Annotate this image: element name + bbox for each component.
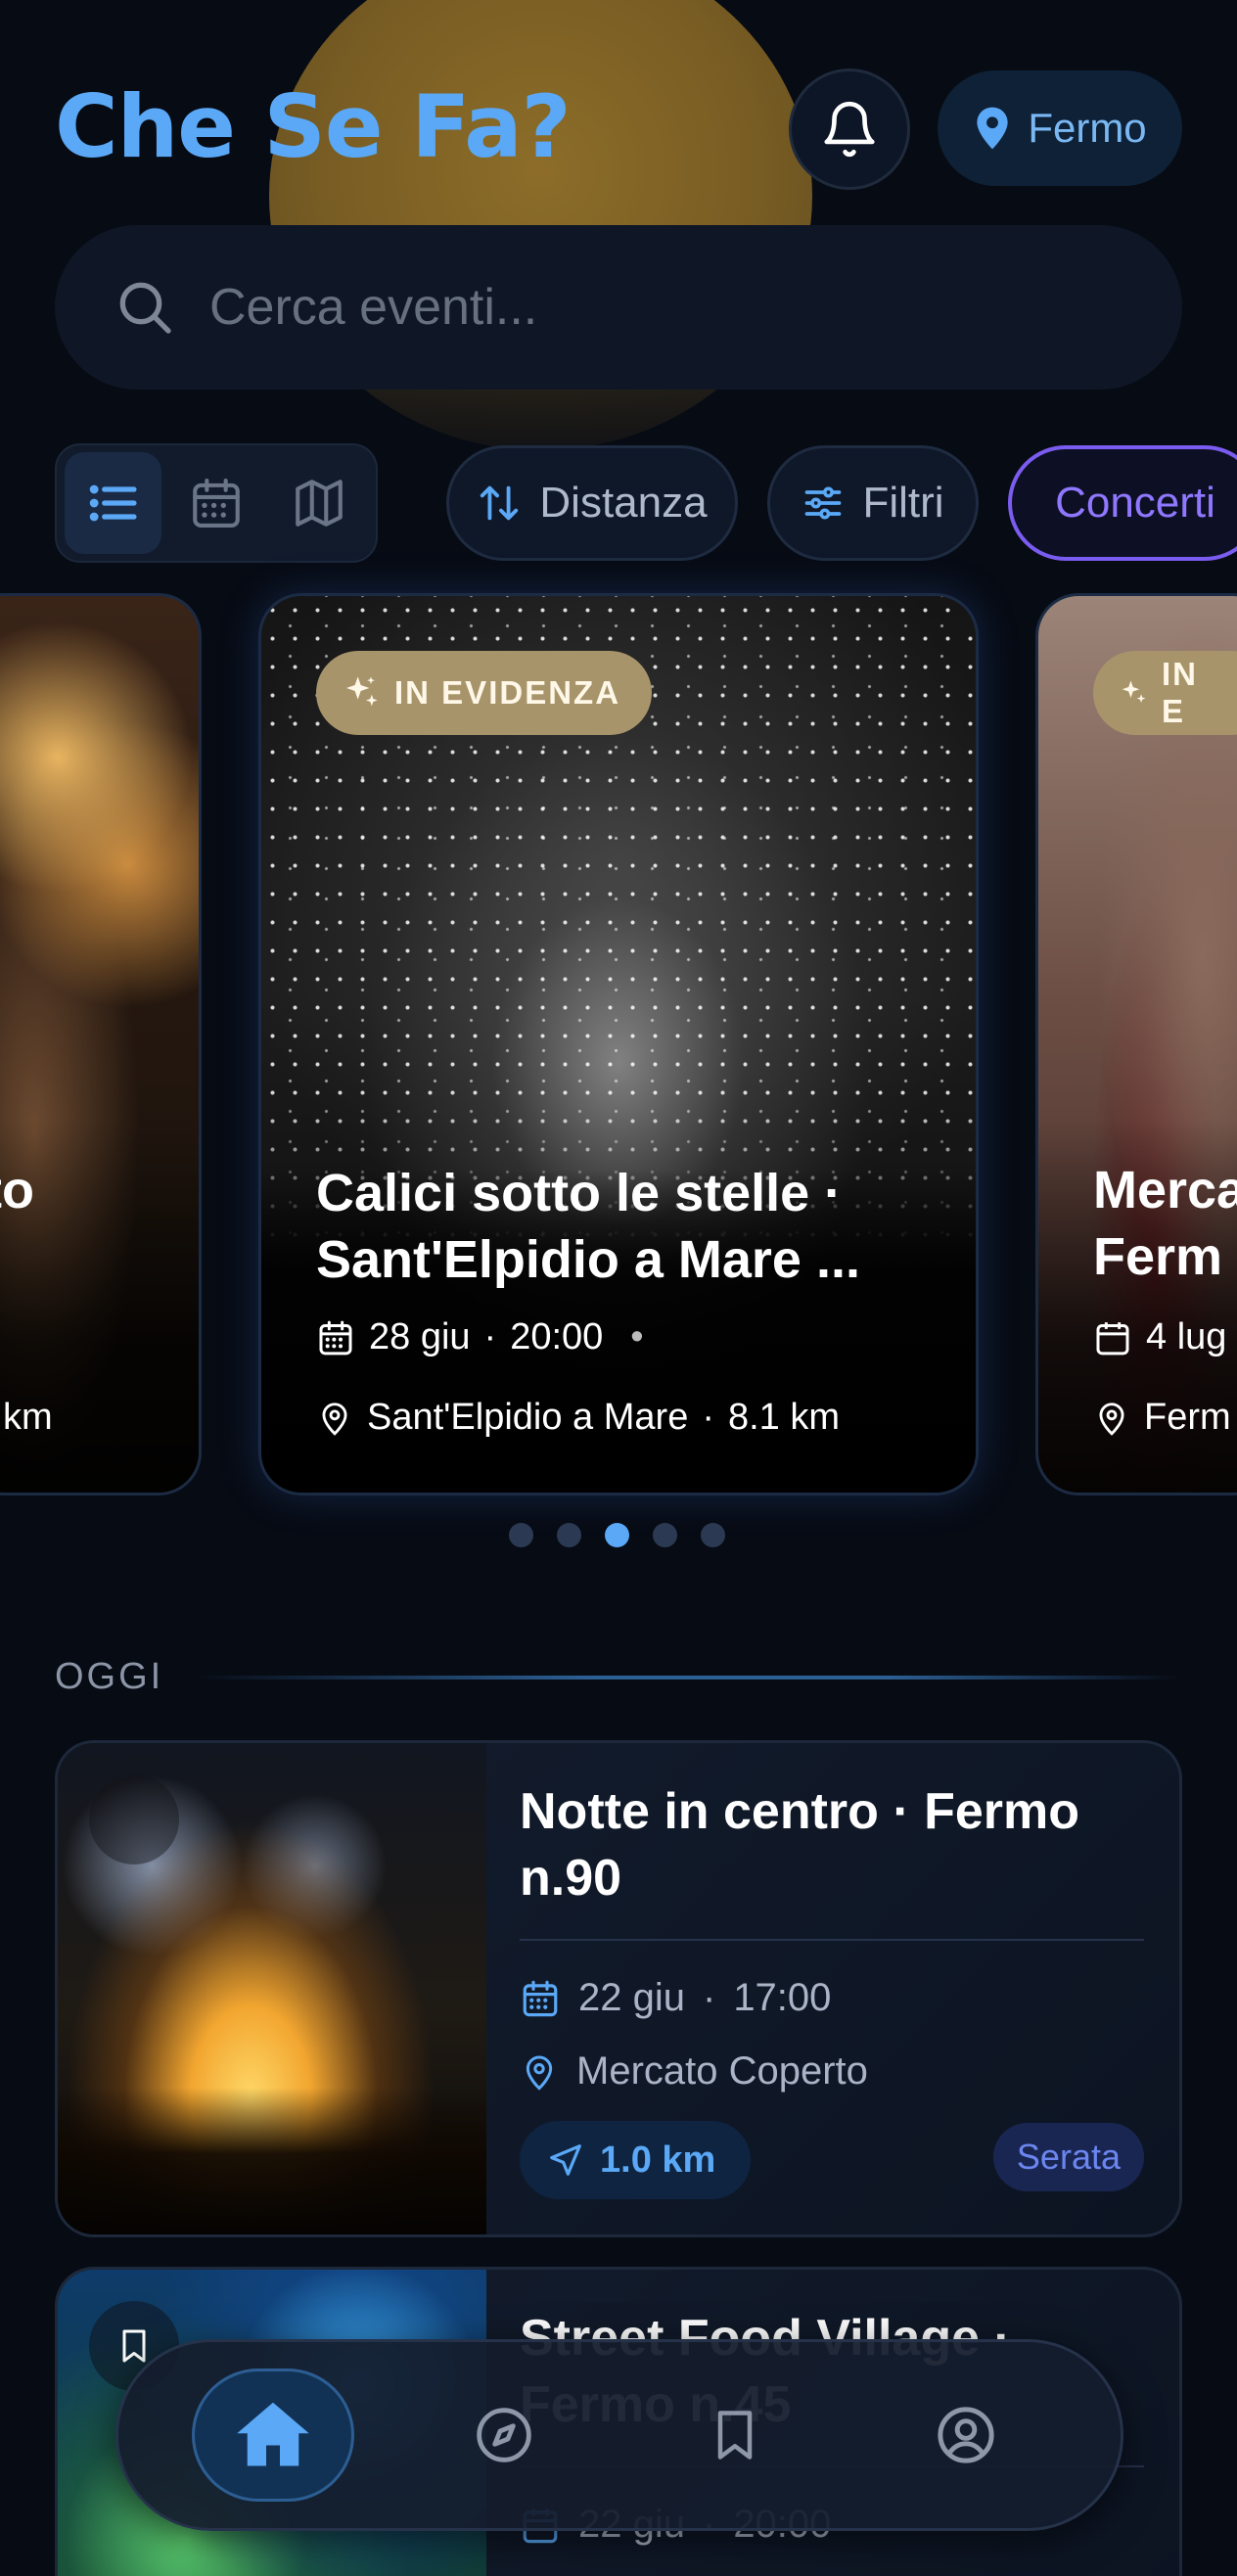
nav-saved[interactable]	[654, 2369, 816, 2502]
card-title-line1: Merca	[1093, 1161, 1237, 1219]
notifications-button[interactable]	[789, 69, 910, 190]
map-icon	[296, 480, 344, 527]
featured-card-time: 20:00	[510, 1316, 604, 1357]
event-distance: 1.0 km	[600, 2139, 716, 2181]
event-place: Mercato Coperto	[576, 2049, 868, 2093]
carousel-dot[interactable]	[557, 1523, 581, 1547]
event-category-tag: Serata	[992, 2123, 1144, 2191]
featured-card[interactable]: IN EVIDENZA Calici sotto le stelle · San…	[258, 593, 979, 1495]
featured-card-datetime: 28 giu · 20:00 •	[316, 1316, 644, 1358]
carousel-dot[interactable]	[653, 1523, 677, 1547]
featured-badge: IN EVIDENZA	[316, 651, 653, 735]
card-title-fragment: rto	[0, 1161, 34, 1219]
section-divider	[192, 1676, 1182, 1679]
sparkles-icon	[346, 676, 378, 707]
card-date: 4 lug	[1093, 1316, 1226, 1358]
sparkles-icon	[1122, 680, 1146, 703]
card-date-text: 4 lug	[1146, 1316, 1227, 1357]
calendar-icon	[319, 1320, 352, 1355]
featured-card-location: Sant'Elpidio a Mare · 8.1 km	[316, 1397, 840, 1439]
featured-card-title: Calici sotto le stelle · Sant'Elpidio a …	[316, 1164, 860, 1289]
event-title: Notte in centro · Fermo n.90	[520, 1783, 1080, 1907]
sort-distance-button[interactable]: Distanza	[446, 445, 738, 561]
bookmark-button[interactable]	[89, 1774, 179, 1864]
category-label: Concerti	[1055, 479, 1215, 527]
featured-card-date: 28 giu	[369, 1316, 471, 1357]
category-chip-concerti[interactable]: Concerti	[1008, 445, 1237, 561]
event-distance-badge: 1.0 km	[520, 2121, 752, 2199]
event-datetime: 22 giu · 17:00	[520, 1976, 1144, 2020]
map-pin-icon	[977, 107, 1008, 150]
event-info: Notte in centro · Fermo n.90 22 giu · 17…	[520, 1778, 1144, 2123]
featured-badge-label: IN EVIDENZA	[394, 674, 621, 711]
card-distance-fragment: km	[3, 1397, 53, 1438]
section-heading-today: OGGI	[55, 1656, 164, 1697]
filters-label: Filtri	[862, 479, 944, 527]
nav-home[interactable]	[192, 2369, 354, 2502]
bottom-navigation	[115, 2339, 1123, 2531]
featured-badge: IN E	[1093, 651, 1237, 735]
featured-card-place: Sant'Elpidio a Mare	[367, 1397, 689, 1438]
carousel-dot[interactable]	[701, 1523, 725, 1547]
card-title-line2: Ferm	[1093, 1227, 1223, 1286]
compass-icon	[477, 2408, 531, 2462]
carousel-pagination	[509, 1523, 725, 1547]
map-pin-icon	[322, 1402, 347, 1436]
search-bar[interactable]	[55, 225, 1182, 390]
nav-explore[interactable]	[423, 2369, 585, 2502]
event-time: 17:00	[733, 1976, 832, 2019]
search-input[interactable]	[209, 278, 1090, 337]
list-view-button[interactable]	[65, 452, 162, 554]
navigation-arrow-icon	[550, 2144, 581, 2176]
view-mode-toggle	[55, 443, 378, 563]
map-pin-icon	[526, 2055, 553, 2091]
search-icon	[119, 282, 171, 334]
home-icon	[237, 2402, 309, 2466]
map-view-button[interactable]	[271, 452, 368, 554]
event-thumbnail	[58, 1743, 486, 2234]
card-location: Ferm	[1093, 1397, 1231, 1439]
calendar-icon	[193, 478, 240, 529]
separator-dot: ·	[702, 1397, 714, 1438]
calendar-view-button[interactable]	[167, 452, 264, 554]
separator-dot: ·	[483, 1316, 497, 1357]
carousel-dot-active[interactable]	[605, 1523, 629, 1547]
bell-icon	[824, 101, 875, 158]
featured-card-distance: 8.1 km	[727, 1397, 841, 1438]
divider	[520, 1939, 1144, 1941]
calendar-icon	[523, 1980, 558, 2016]
separator-dot: •	[630, 1316, 644, 1357]
featured-card-previous[interactable]: rto km	[0, 593, 202, 1495]
location-label: Fermo	[1028, 105, 1147, 151]
featured-badge-label: IN E	[1161, 656, 1198, 729]
bookmark-icon	[717, 2411, 753, 2460]
sort-arrows-icon	[481, 485, 519, 521]
sort-label: Distanza	[539, 479, 708, 527]
card-place-text: Ferm	[1144, 1397, 1231, 1438]
calendar-icon	[1096, 1321, 1129, 1355]
featured-card-next[interactable]: IN E Merca Ferm 4 lug Ferm	[1035, 593, 1237, 1495]
event-date: 22 giu	[578, 1976, 685, 2019]
sliders-icon	[805, 486, 842, 520]
event-location: Mercato Coperto	[520, 2049, 1144, 2093]
filters-button[interactable]: Filtri	[767, 445, 979, 561]
user-icon	[938, 2407, 994, 2463]
location-selector[interactable]: Fermo	[938, 70, 1182, 186]
separator-dot: ·	[702, 1976, 716, 2019]
carousel-dot[interactable]	[509, 1523, 533, 1547]
map-pin-icon	[1099, 1402, 1124, 1436]
nav-profile[interactable]	[885, 2369, 1047, 2502]
app-title: Che Se Fa?	[55, 76, 572, 177]
event-card[interactable]: Notte in centro · Fermo n.90 22 giu · 17…	[55, 1740, 1182, 2237]
list-icon	[89, 484, 137, 522]
